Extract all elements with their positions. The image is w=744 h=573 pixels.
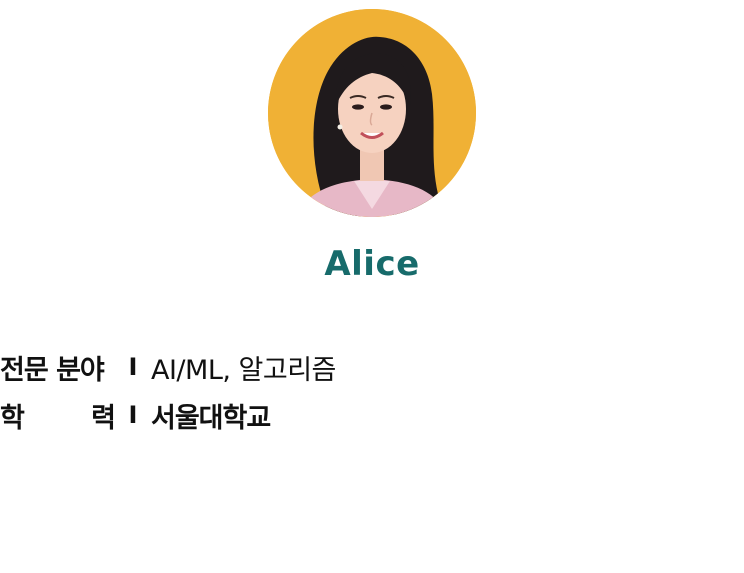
profile-photo <box>268 9 476 217</box>
specialty-value: AI/ML, 알고리즘 <box>151 354 336 386</box>
education-value: 서울대학교 <box>151 402 271 434</box>
separator: I <box>128 401 138 429</box>
education-label: 학 력 <box>0 396 116 435</box>
education-label-first: 학 <box>0 402 25 434</box>
info-row-specialty: 전문 분야 I AI/ML, 알고리즘 <box>0 347 336 387</box>
separator: I <box>128 353 138 381</box>
specialty-label: 전문 분야 <box>0 354 105 386</box>
profile-card: Alice 전문 분야 I AI/ML, 알고리즘 학 력 I 서울대학교 <box>0 0 744 573</box>
education-label-last: 력 <box>91 402 116 434</box>
person-portrait-icon <box>268 9 476 217</box>
profile-name: Alice <box>324 244 420 284</box>
info-row-education: 학 력 I 서울대학교 <box>0 395 271 435</box>
